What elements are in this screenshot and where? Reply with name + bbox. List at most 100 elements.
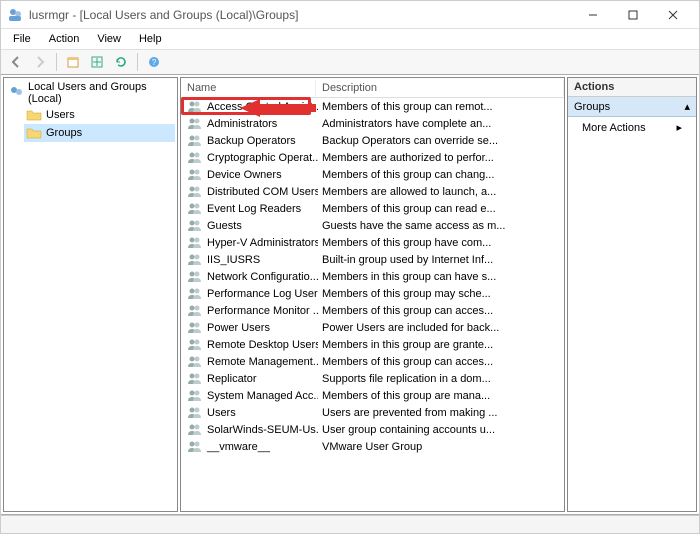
list-row[interactable]: Cryptographic Operat...Members are autho… — [181, 149, 564, 166]
group-name: Guests — [207, 220, 242, 232]
group-description: VMware User Group — [318, 441, 562, 453]
group-description: Backup Operators can override se... — [318, 135, 562, 147]
computer-icon — [8, 85, 24, 101]
folder-icon — [26, 125, 42, 141]
group-icon — [187, 100, 203, 113]
group-description: Built-in group used by Internet Inf... — [318, 254, 562, 266]
list-row[interactable]: Distributed COM UsersMembers are allowed… — [181, 183, 564, 200]
export-button[interactable] — [86, 51, 108, 73]
group-description: Users are prevented from making ... — [318, 407, 562, 419]
group-icon — [187, 440, 203, 453]
group-icon — [187, 168, 203, 181]
menu-action[interactable]: Action — [41, 31, 88, 47]
group-icon — [187, 236, 203, 249]
list-row[interactable]: Performance Log UsersMembers of this gro… — [181, 285, 564, 302]
forward-button[interactable] — [29, 51, 51, 73]
list-row[interactable]: IIS_IUSRS Built-in group used by Internet… — [181, 251, 564, 268]
actions-groups-label: Groups — [574, 101, 610, 113]
list-row[interactable]: Replicator Supports file replication in a… — [181, 370, 564, 387]
group-name: Access Control Assist... — [207, 101, 318, 113]
toolbar-separator — [56, 53, 57, 71]
tree-users-label: Users — [46, 109, 75, 121]
list-row[interactable]: Backup Operators Backup Operators can ove… — [181, 132, 564, 149]
list-row[interactable]: SolarWinds-SEUM-Us...User group containi… — [181, 421, 564, 438]
list-row[interactable]: AdministratorsAdministrators have comple… — [181, 115, 564, 132]
actions-more-label: More Actions — [582, 122, 646, 134]
column-name-header[interactable]: Name — [181, 80, 316, 96]
list-row[interactable]: Performance Monitor ...Members of this g… — [181, 302, 564, 319]
group-icon — [187, 304, 203, 317]
menu-view[interactable]: View — [89, 31, 129, 47]
group-name: Cryptographic Operat... — [207, 152, 318, 164]
list-row[interactable]: Access Control Assist...Members of this … — [181, 98, 564, 115]
tree-pane[interactable]: Local Users and Groups (Local) Users Gro… — [3, 77, 178, 512]
group-name: IIS_IUSRS — [207, 254, 260, 266]
group-icon — [187, 389, 203, 402]
group-description: Members of this group can remot... — [318, 101, 562, 113]
group-description: Members of this group can acces... — [318, 356, 562, 368]
list-row[interactable]: Users Users are prevented from making ... — [181, 404, 564, 421]
group-icon — [187, 287, 203, 300]
group-name: Hyper-V Administrators — [207, 237, 318, 249]
group-description: Supports file replication in a dom... — [318, 373, 562, 385]
column-description-header[interactable]: Description — [316, 80, 564, 96]
toolbar: ? — [1, 49, 699, 75]
tree-root-node[interactable]: Local Users and Groups (Local) — [6, 80, 175, 106]
group-description: Members of this group have com... — [318, 237, 562, 249]
group-name: Backup Operators — [207, 135, 296, 147]
list-body[interactable]: Access Control Assist...Members of this … — [181, 98, 564, 511]
tree-groups-label: Groups — [46, 127, 82, 139]
list-row[interactable]: Guests Guests have the same access as m..… — [181, 217, 564, 234]
maximize-button[interactable] — [613, 2, 653, 28]
group-name: __vmware__ — [207, 441, 270, 453]
group-icon — [187, 321, 203, 334]
list-row[interactable]: Remote Management...Members of this grou… — [181, 353, 564, 370]
list-row[interactable]: Network Configuratio...Members in this g… — [181, 268, 564, 285]
actions-groups-section[interactable]: Groups ▴ — [568, 97, 696, 117]
group-name: SolarWinds-SEUM-Us... — [207, 424, 318, 436]
list-row[interactable]: Event Log ReadersMembers of this group c… — [181, 200, 564, 217]
content-area: Local Users and Groups (Local) Users Gro… — [1, 75, 699, 515]
group-description: Members of this group may sche... — [318, 288, 562, 300]
group-icon — [187, 253, 203, 266]
actions-more-actions[interactable]: More Actions ▸ — [568, 117, 696, 138]
refresh-button[interactable] — [110, 51, 132, 73]
group-icon — [187, 423, 203, 436]
group-icon — [187, 270, 203, 283]
group-name: Remote Desktop Users — [207, 339, 318, 351]
list-row[interactable]: Power UsersPower Users are included for … — [181, 319, 564, 336]
group-icon — [187, 185, 203, 198]
list-row[interactable]: Remote Desktop UsersMembers in this grou… — [181, 336, 564, 353]
group-description: Administrators have complete an... — [318, 118, 562, 130]
list-row[interactable]: Device OwnersMembers of this group can c… — [181, 166, 564, 183]
tree-groups-node[interactable]: Groups — [24, 124, 175, 142]
list-row[interactable]: Hyper-V AdministratorsMembers of this gr… — [181, 234, 564, 251]
minimize-button[interactable] — [573, 2, 613, 28]
toolbar-separator — [137, 53, 138, 71]
svg-text:?: ? — [152, 58, 157, 67]
properties-button[interactable] — [62, 51, 84, 73]
back-button[interactable] — [5, 51, 27, 73]
group-icon — [187, 338, 203, 351]
menu-help[interactable]: Help — [131, 31, 170, 47]
menu-file[interactable]: File — [5, 31, 39, 47]
group-icon — [187, 406, 203, 419]
group-name: Network Configuratio... — [207, 271, 318, 283]
group-description: Members of this group can chang... — [318, 169, 562, 181]
list-row[interactable]: __vmware__ VMware User Group — [181, 438, 564, 455]
group-name: Remote Management... — [207, 356, 318, 368]
list-row[interactable]: System Managed Acc...Members of this gro… — [181, 387, 564, 404]
group-description: User group containing accounts u... — [318, 424, 562, 436]
help-button[interactable]: ? — [143, 51, 165, 73]
group-description: Members in this group can have s... — [318, 271, 562, 283]
group-icon — [187, 355, 203, 368]
group-description: Guests have the same access as m... — [318, 220, 562, 232]
tree-users-node[interactable]: Users — [24, 106, 175, 124]
group-icon — [187, 151, 203, 164]
group-name: Users — [207, 407, 236, 419]
close-button[interactable] — [653, 2, 693, 28]
group-name: Replicator — [207, 373, 257, 385]
group-description: Power Users are included for back... — [318, 322, 562, 334]
statusbar — [1, 515, 699, 533]
group-description: Members in this group are grante... — [318, 339, 562, 351]
